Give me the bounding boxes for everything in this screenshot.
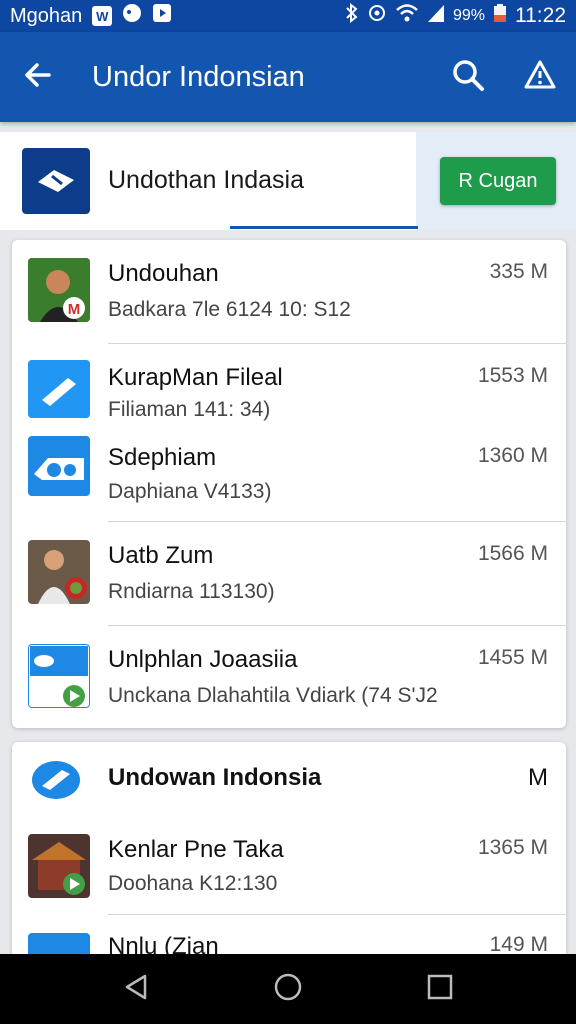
item-title: Unlphlan Joaasiia bbox=[108, 646, 298, 673]
app-logo bbox=[22, 148, 90, 214]
item-subtitle: Rndiarna 113130) bbox=[108, 580, 275, 603]
notification-app-icon: W bbox=[92, 6, 113, 26]
item-subtitle: Badkara 7le 6124 10: S12 bbox=[108, 298, 351, 321]
item-size: 1553 M bbox=[477, 364, 548, 387]
navigation-bar bbox=[0, 954, 576, 1024]
wifi-icon bbox=[395, 3, 419, 29]
nav-home-button[interactable] bbox=[258, 959, 318, 1019]
app-bar: Undor Indonsian bbox=[0, 32, 576, 122]
item-size: 1365 M bbox=[477, 836, 548, 859]
item-subtitle: Unckana Dlahahtila Vdiark (74 S'J2 bbox=[108, 684, 438, 707]
section-header[interactable]: Undowan Indonsia M bbox=[12, 742, 566, 818]
circle-home-icon bbox=[273, 972, 303, 1007]
item-thumbnail bbox=[28, 436, 90, 496]
search-button[interactable] bbox=[432, 32, 504, 122]
signal-icon bbox=[427, 3, 445, 29]
battery-percent: 99% bbox=[452, 7, 485, 24]
section-size: M bbox=[528, 764, 548, 791]
list-item[interactable]: Sdephiam Daphiana V4133) 1360 M bbox=[12, 424, 566, 520]
item-thumbnail bbox=[28, 834, 90, 898]
item-thumbnail: M bbox=[28, 258, 90, 322]
item-title: Undouhan bbox=[108, 260, 219, 287]
carrier-label: Mgohan bbox=[10, 4, 83, 27]
status-bar: Mgohan W 99% 11:22 bbox=[0, 0, 576, 32]
notification-icon bbox=[122, 3, 142, 29]
list-item[interactable]: KurapMan Fileal Filiaman 141: 34) 1553 M bbox=[12, 344, 566, 424]
item-thumbnail bbox=[28, 360, 90, 418]
item-subtitle: Filiaman 141: 34) bbox=[108, 398, 271, 421]
item-size: 335 M bbox=[489, 260, 548, 283]
back-button[interactable] bbox=[0, 32, 76, 122]
square-recents-icon bbox=[427, 974, 453, 1005]
section-card: Undowan Indonsia M Kenlar Pne Taka Dooha… bbox=[12, 742, 566, 962]
item-title: Kenlar Pne Taka bbox=[108, 836, 284, 863]
list-item[interactable]: M Undouhan Badkara 7le 6124 10: S12 335 … bbox=[12, 240, 566, 344]
download-list-card: M Undouhan Badkara 7le 6124 10: S12 335 … bbox=[12, 240, 566, 728]
item-size: 1566 M bbox=[477, 542, 548, 565]
svg-text:M: M bbox=[68, 301, 81, 318]
list-item[interactable]: Kenlar Pne Taka Doohana K12:130 1365 M bbox=[12, 818, 566, 914]
nav-recents-button[interactable] bbox=[410, 959, 470, 1019]
item-subtitle: Daphiana V4133) bbox=[108, 480, 272, 503]
nav-back-button[interactable] bbox=[106, 959, 166, 1019]
item-title: Uatb Zum bbox=[108, 542, 214, 569]
app-title: Undor Indonsian bbox=[92, 60, 305, 93]
section-icon bbox=[32, 760, 80, 800]
triangle-back-icon bbox=[123, 973, 149, 1006]
battery-icon bbox=[493, 3, 507, 29]
item-thumbnail bbox=[28, 540, 90, 604]
list-item[interactable]: Uatb Zum Rndiarna 113130) 1566 M bbox=[12, 522, 566, 624]
app-name: Undothan Indasia bbox=[108, 166, 304, 194]
item-subtitle: Doohana K12:130 bbox=[108, 872, 278, 895]
clock: 11:22 bbox=[515, 4, 566, 27]
vibrate-icon bbox=[367, 3, 387, 29]
item-title: KurapMan Fileal bbox=[108, 364, 283, 391]
section-title: Undowan Indonsia bbox=[108, 764, 322, 791]
item-thumbnail bbox=[28, 644, 90, 708]
alert-button[interactable] bbox=[504, 32, 576, 122]
item-size: 1360 M bbox=[477, 444, 548, 467]
open-button[interactable]: R Cugan bbox=[440, 157, 556, 205]
header-tab-indicator bbox=[230, 226, 418, 229]
item-title: Sdephiam bbox=[108, 444, 217, 471]
bluetooth-icon bbox=[345, 2, 359, 29]
warning-icon bbox=[524, 59, 556, 96]
list-item[interactable]: Unlphlan Joaasiia Unckana Dlahahtila Vdi… bbox=[12, 626, 566, 728]
play-icon bbox=[152, 3, 172, 29]
arrow-back-icon bbox=[23, 60, 53, 95]
search-icon bbox=[451, 58, 485, 97]
item-size: 1455 M bbox=[477, 646, 548, 669]
